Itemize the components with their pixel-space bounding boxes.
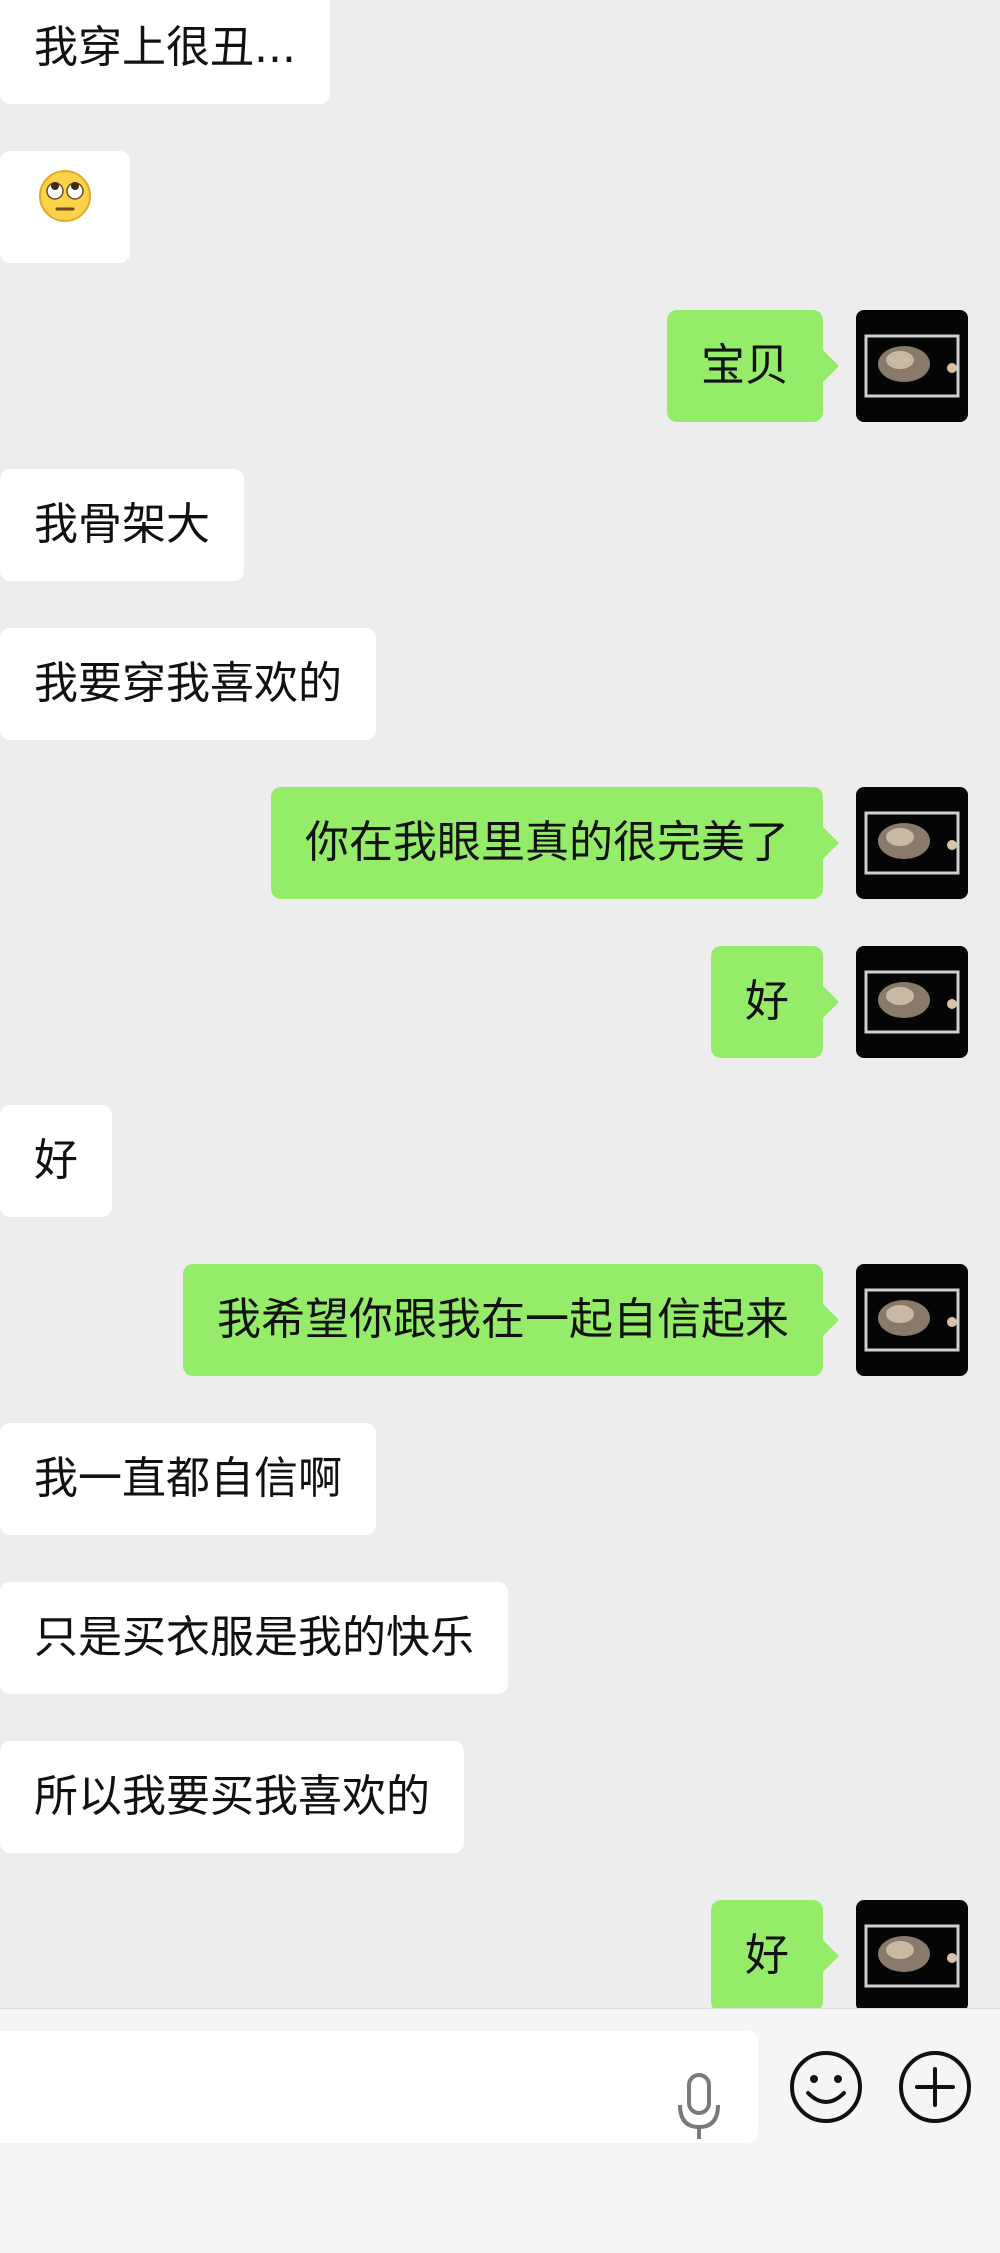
message-text: 我希望你跟我在一起自信起来 xyxy=(217,1294,789,1345)
incoming-message[interactable]: 我骨架大 xyxy=(0,469,244,581)
message-input[interactable] xyxy=(0,2031,758,2143)
input-bar xyxy=(0,2008,1000,2253)
outgoing-message[interactable]: 你在我眼里真的很完美了 xyxy=(271,787,839,899)
avatar[interactable] xyxy=(856,1900,968,2012)
incoming-message[interactable]: 只是买衣服是我的快乐 xyxy=(0,1582,508,1694)
emoji-icon[interactable] xyxy=(788,2049,864,2125)
message-text: 好 xyxy=(745,976,789,1027)
avatar[interactable] xyxy=(856,946,968,1058)
message-text: 好 xyxy=(34,1135,78,1186)
message-text: 只是买衣服是我的快乐 xyxy=(34,1612,474,1663)
incoming-message[interactable] xyxy=(0,151,130,263)
avatar[interactable] xyxy=(856,310,968,422)
microphone-icon[interactable] xyxy=(674,2071,724,2145)
message-text: 我穿上很丑... xyxy=(34,22,296,73)
eye-roll-emoji-icon xyxy=(38,153,92,265)
plus-icon[interactable] xyxy=(897,2049,973,2125)
incoming-message[interactable]: 我穿上很丑... xyxy=(0,0,330,104)
outgoing-message[interactable]: 好 xyxy=(711,946,839,1058)
message-text: 宝贝 xyxy=(701,340,789,391)
incoming-message[interactable]: 所以我要买我喜欢的 xyxy=(0,1741,464,1853)
incoming-message[interactable]: 我一直都自信啊 xyxy=(0,1423,376,1535)
outgoing-message[interactable]: 我希望你跟我在一起自信起来 xyxy=(183,1264,839,1376)
avatar[interactable] xyxy=(856,787,968,899)
message-text: 好 xyxy=(745,1930,789,1981)
message-text: 所以我要买我喜欢的 xyxy=(34,1771,430,1822)
incoming-message[interactable]: 我要穿我喜欢的 xyxy=(0,628,376,740)
outgoing-message[interactable]: 宝贝 xyxy=(667,310,839,422)
avatar[interactable] xyxy=(856,1264,968,1376)
incoming-message[interactable]: 好 xyxy=(0,1105,112,1217)
outgoing-message[interactable]: 好 xyxy=(711,1900,839,2012)
message-text: 我骨架大 xyxy=(34,499,210,550)
message-text: 我要穿我喜欢的 xyxy=(34,658,342,709)
message-text: 我一直都自信啊 xyxy=(34,1453,342,1504)
message-text: 你在我眼里真的很完美了 xyxy=(305,817,789,868)
